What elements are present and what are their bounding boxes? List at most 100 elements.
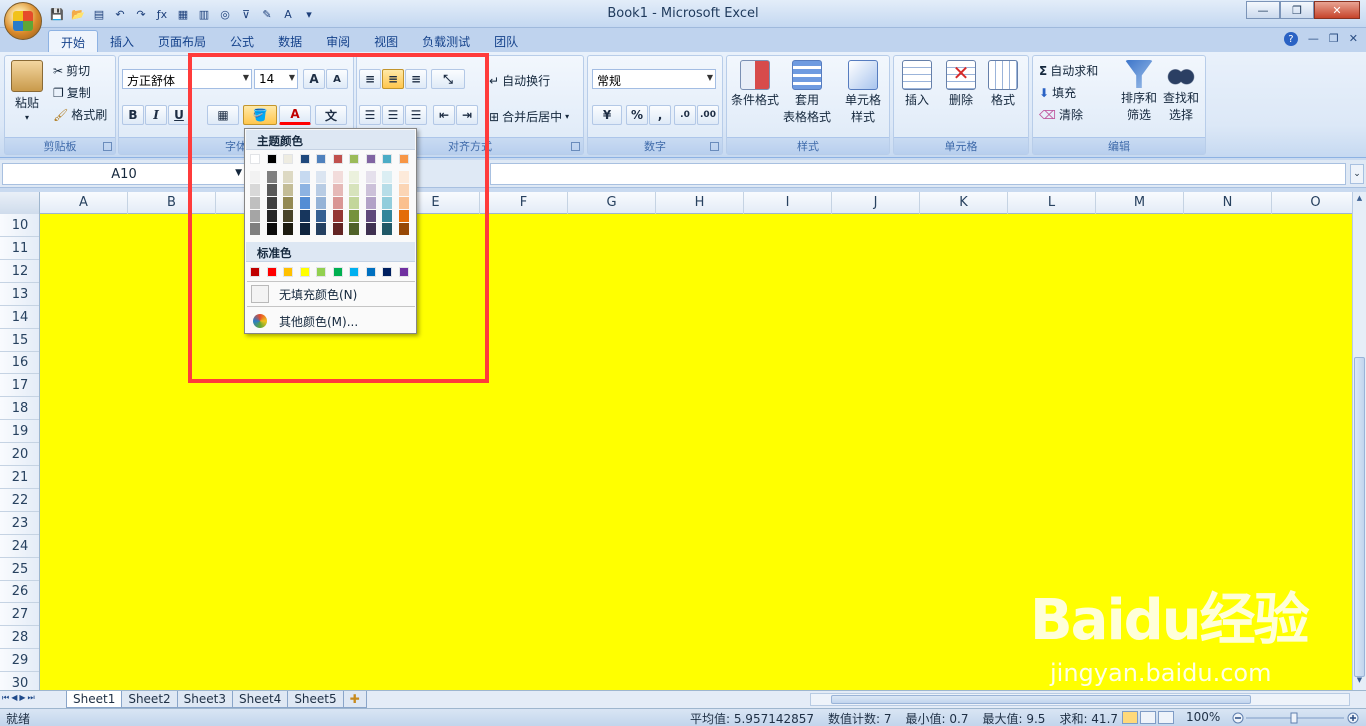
column-header[interactable]: F	[480, 192, 568, 214]
theme-shade-swatch[interactable]	[299, 223, 310, 235]
column-header[interactable]: G	[568, 192, 656, 214]
row-header[interactable]: 20	[0, 443, 39, 466]
number-format-combo[interactable]: 常规 ▼	[592, 69, 716, 89]
tab-load-test[interactable]: 负载测试	[410, 30, 482, 52]
merge-center-button[interactable]: ⊞ 合并后居中 ▾	[489, 108, 569, 125]
theme-shade-swatch[interactable]	[283, 197, 293, 209]
alignment-launcher-icon[interactable]	[571, 142, 580, 151]
page-layout-view-icon[interactable]	[1140, 711, 1156, 724]
bold-button[interactable]: B	[122, 105, 144, 125]
scroll-up-icon[interactable]: ▲	[1354, 194, 1365, 206]
theme-shade-swatch[interactable]	[398, 171, 409, 183]
standard-color-swatch[interactable]	[332, 267, 343, 277]
format-as-table-button[interactable]: 套用 表格格式	[783, 60, 831, 125]
row-header[interactable]: 25	[0, 558, 39, 581]
format-painter-button[interactable]: 🖌 格式刷	[53, 106, 107, 123]
tab-home[interactable]: 开始	[48, 30, 99, 52]
borders-button[interactable]: ▦	[207, 105, 239, 125]
row-header[interactable]: 16	[0, 351, 39, 375]
theme-shade-swatch[interactable]	[332, 210, 343, 222]
theme-color-swatch[interactable]	[316, 154, 326, 164]
italic-button[interactable]: I	[145, 105, 167, 125]
row-header[interactable]: 22	[0, 489, 39, 512]
align-top-button[interactable]: ≡	[359, 69, 381, 89]
decrease-decimal-button[interactable]: .00	[697, 105, 719, 125]
workbook-close-icon[interactable]: ✕	[1349, 32, 1358, 46]
standard-color-swatch[interactable]	[266, 267, 277, 277]
number-launcher-icon[interactable]	[710, 142, 719, 151]
help-icon[interactable]: ?	[1283, 32, 1298, 46]
conditional-format-button[interactable]: 条件格式	[731, 60, 779, 108]
first-sheet-icon[interactable]: ⏮	[2, 693, 9, 703]
zoom-level[interactable]: 100%	[1186, 710, 1220, 724]
column-header[interactable]: A	[40, 192, 128, 214]
scroll-down-icon[interactable]: ▼	[1354, 676, 1365, 688]
row-header[interactable]: 19	[0, 420, 39, 444]
align-right-button[interactable]: ☰	[405, 105, 427, 125]
sheet-tab-1[interactable]: Sheet1	[66, 691, 123, 708]
sheet-tab-2[interactable]: Sheet2	[121, 691, 178, 708]
tab-insert[interactable]: 插入	[98, 30, 146, 52]
prev-sheet-icon[interactable]: ◀	[11, 693, 17, 703]
tab-review[interactable]: 审阅	[314, 30, 362, 52]
grow-font-button[interactable]: A	[303, 69, 325, 89]
theme-color-swatch[interactable]	[365, 154, 376, 164]
clear-button[interactable]: ⌫ 清除	[1039, 106, 1083, 123]
theme-shade-swatch[interactable]	[316, 210, 326, 222]
theme-shade-swatch[interactable]	[398, 210, 409, 222]
theme-color-swatch[interactable]	[283, 154, 293, 164]
theme-shade-swatch[interactable]	[266, 210, 277, 222]
column-header[interactable]: O	[1272, 192, 1360, 214]
row-header[interactable]: 11	[0, 237, 39, 260]
theme-color-swatch[interactable]	[332, 154, 343, 164]
theme-shade-swatch[interactable]	[382, 223, 392, 235]
vertical-scroll-thumb[interactable]	[1354, 357, 1365, 677]
currency-button[interactable]: ¥	[592, 105, 622, 125]
formula-input[interactable]	[490, 163, 1346, 185]
theme-shade-swatch[interactable]	[316, 197, 326, 209]
worksheet-cells[interactable]	[40, 214, 1352, 690]
standard-color-swatch[interactable]	[382, 267, 392, 277]
sheet-tab-4[interactable]: Sheet4	[231, 691, 289, 708]
row-header[interactable]: 23	[0, 512, 39, 535]
normal-view-icon[interactable]	[1122, 711, 1138, 724]
theme-shade-swatch[interactable]	[250, 184, 260, 196]
orientation-button[interactable]: ⤡	[431, 69, 465, 89]
tab-team[interactable]: 团队	[482, 30, 530, 52]
sheet-tab-5[interactable]: Sheet5	[287, 691, 344, 708]
theme-shade-swatch[interactable]	[382, 171, 392, 183]
theme-shade-swatch[interactable]	[332, 223, 343, 235]
theme-shade-swatch[interactable]	[316, 223, 326, 235]
row-header[interactable]: 10	[0, 214, 39, 237]
row-header[interactable]: 26	[0, 580, 39, 604]
theme-shade-swatch[interactable]	[299, 184, 310, 196]
row-header[interactable]: 18	[0, 397, 39, 421]
row-header[interactable]: 15	[0, 329, 39, 352]
no-fill-menu-item[interactable]: 无填充颜色(N)	[247, 283, 415, 305]
column-header[interactable]: L	[1008, 192, 1096, 214]
theme-shade-swatch[interactable]	[266, 171, 277, 183]
row-header[interactable]: 30	[0, 672, 39, 690]
font-size-combo[interactable]: 14 ▼	[254, 69, 298, 89]
comma-button[interactable]: ,	[649, 105, 671, 125]
fill-color-button[interactable]: 🪣	[243, 105, 277, 125]
theme-shade-swatch[interactable]	[382, 210, 392, 222]
font-color-button[interactable]: A	[279, 105, 311, 125]
theme-color-swatch[interactable]	[398, 154, 409, 164]
tab-page-layout[interactable]: 页面布局	[146, 30, 218, 52]
workbook-minimize-icon[interactable]: —	[1308, 32, 1319, 46]
standard-color-swatch[interactable]	[283, 267, 293, 277]
theme-shade-swatch[interactable]	[349, 171, 359, 183]
theme-shade-swatch[interactable]	[365, 171, 376, 183]
theme-shade-swatch[interactable]	[398, 197, 409, 209]
horizontal-scroll-thumb[interactable]	[831, 695, 1251, 704]
theme-shade-swatch[interactable]	[316, 171, 326, 183]
theme-shade-swatch[interactable]	[250, 171, 260, 183]
standard-color-swatch[interactable]	[299, 267, 310, 277]
theme-color-swatch[interactable]	[382, 154, 392, 164]
theme-shade-swatch[interactable]	[349, 210, 359, 222]
horizontal-scrollbar[interactable]	[810, 693, 1350, 706]
theme-shade-swatch[interactable]	[349, 197, 359, 209]
theme-color-swatch[interactable]	[266, 154, 277, 164]
standard-color-swatch[interactable]	[398, 267, 409, 277]
